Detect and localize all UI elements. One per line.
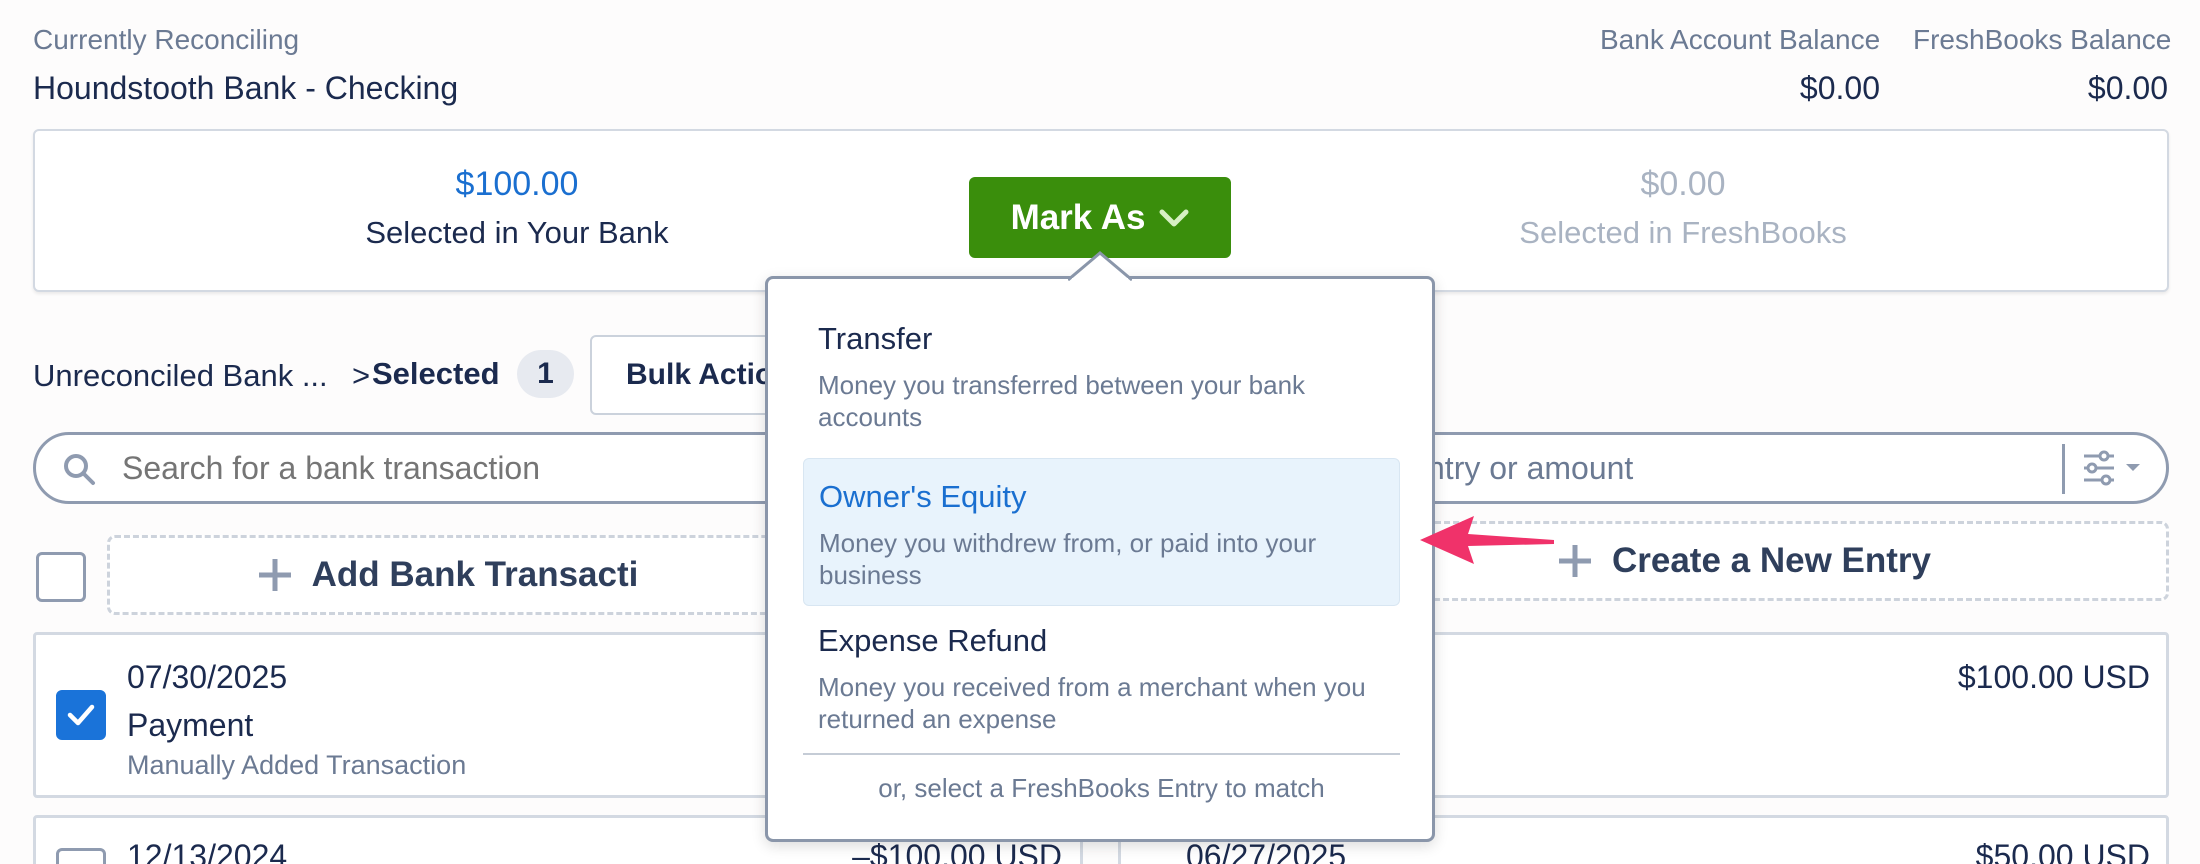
add-bank-transaction-label: Add Bank Transacti [311,555,639,594]
create-new-entry-label: Create a New Entry [1611,541,1931,580]
breadcrumb-separator: > [352,358,371,393]
checkmark-icon [67,704,95,726]
row-source: Manually Added Transaction [127,750,467,780]
row-date: 12/13/2024 [127,838,288,864]
row-right-amount: $50.00 USD [1975,838,2150,864]
option-description: Money you received from a merchant when … [818,672,1366,734]
option-title: Owner's Equity [819,479,1027,514]
dropdown-caret [1068,251,1132,281]
freshbooks-selected-label: Selected in FreshBooks [1519,215,1847,250]
freshbooks-balance-label: FreshBooks Balance [1913,24,2172,55]
selected-label: Selected [372,356,500,391]
add-bank-transaction-button[interactable]: Add Bank Transacti [107,535,787,615]
row-checkbox-checked[interactable] [56,690,106,740]
option-expense-refund[interactable]: Expense Refund Money you received from a… [803,607,1400,747]
bank-search-input[interactable] [122,446,762,490]
mark-as-label: Mark As [1010,197,1146,237]
bank-balance-label: Bank Account Balance [1600,24,1881,55]
bank-balance-value: $0.00 [1799,70,1880,106]
plus-icon [258,559,291,591]
option-owners-equity[interactable]: Owner's Equity Money you withdrew from, … [803,458,1400,606]
account-name: Houndstooth Bank - Checking [33,70,459,106]
menu-divider [803,753,1400,755]
freshbooks-balance-value: $0.00 [2087,70,2168,106]
option-description: Money you withdrew from, or paid into yo… [819,528,1317,590]
mark-as-button[interactable]: Mark As [969,177,1231,258]
row-right-amount: $100.00 USD [1957,659,2150,695]
search-icon [64,454,95,485]
select-freshbooks-entry-hint[interactable]: or, select a FreshBooks Entry to match [803,763,1400,813]
annotation-arrow [1420,516,1554,564]
row-date: 07/30/2025 [127,659,288,695]
freshbooks-selected-amount: $0.00 [1640,165,1726,203]
option-title: Expense Refund [818,623,1048,658]
currently-reconciling-label: Currently Reconciling [33,24,300,55]
freshbooks-search-placeholder[interactable]: ntry or amount [1427,450,1633,487]
bulk-action-label: Bulk Actio [626,358,774,391]
plus-icon [1558,545,1591,577]
mark-as-dropdown-menu: Transfer Money you transferred between y… [765,276,1435,842]
row-checkbox[interactable] [56,848,106,864]
chevron-down-icon [1159,209,1189,226]
search-divider [2062,444,2065,494]
option-transfer[interactable]: Transfer Money you transferred between y… [803,321,1400,465]
row-name: Payment [127,707,254,743]
selected-count-badge: 1 [517,350,574,398]
bank-selected-amount: $100.00 [455,165,579,203]
unreconciled-bank-tab[interactable]: Unreconciled Bank ... [33,358,328,394]
option-description: Money you transferred between your bank … [818,370,1306,432]
bank-selected-label: Selected in Your Bank [365,215,669,250]
filter-sliders-icon[interactable] [2080,450,2142,486]
select-all-checkbox[interactable] [36,552,86,602]
option-title: Transfer [818,321,933,356]
